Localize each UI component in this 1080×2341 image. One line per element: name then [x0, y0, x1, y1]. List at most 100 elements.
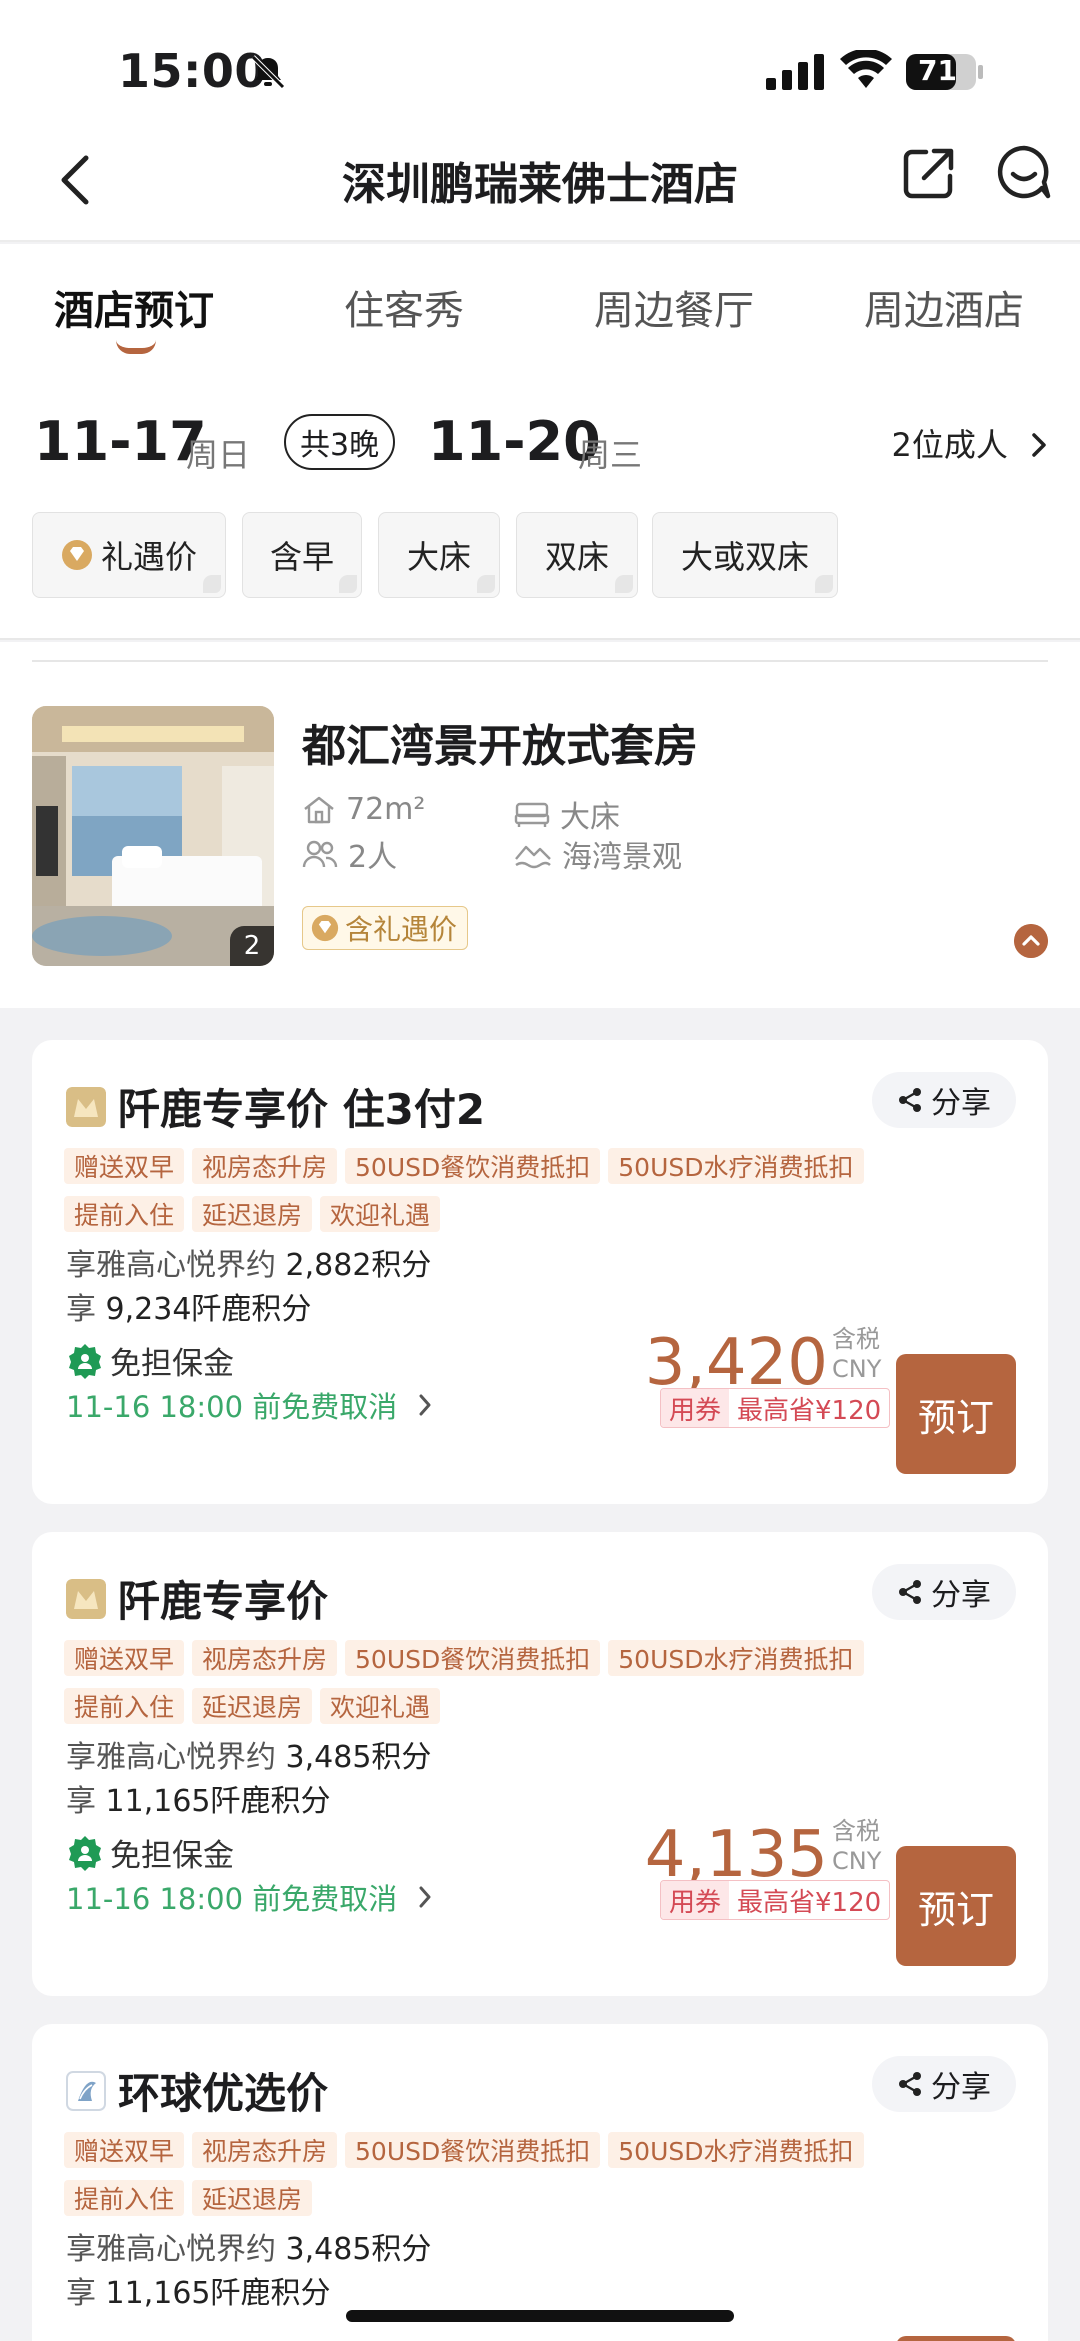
- currency-label: CNY: [832, 1847, 882, 1875]
- book-button[interactable]: 预订: [896, 1846, 1016, 1966]
- bay-view-icon: [515, 845, 551, 869]
- rate-card: 环球优选价 分享 赠送双早 视房态升房 50USD餐饮消费抵扣 50USD水疗消…: [32, 2024, 1048, 2341]
- qianlu-points: 享 11,165阡鹿积分: [66, 2268, 331, 2312]
- price-unit: 含税 CNY: [832, 1324, 881, 1384]
- room-area-value: 72m²: [346, 792, 426, 827]
- checkout-date[interactable]: 11-20: [428, 410, 601, 473]
- perk-tag: 50USD餐饮消费抵扣: [345, 1640, 601, 1676]
- guest-selector[interactable]: 2位成人: [891, 420, 1050, 466]
- points-label: 享雅高心悦界约: [66, 1740, 276, 1775]
- checkin-weekday: 周日: [186, 436, 251, 474]
- customer-service-icon[interactable]: [994, 142, 1054, 202]
- status-bar: 15:00 71: [0, 0, 1080, 130]
- house-icon: [304, 796, 334, 823]
- filter-king-or-twin[interactable]: 大或双床: [652, 512, 838, 598]
- share-button[interactable]: 分享: [872, 1564, 1016, 1620]
- coupon-badge: 用券 最高省¥120: [660, 1388, 891, 1428]
- tab-guest-reviews[interactable]: 住客秀: [344, 278, 464, 336]
- bed-icon: [514, 802, 550, 827]
- perk-tag: 提前入住: [64, 1688, 185, 1724]
- home-indicator[interactable]: [346, 2310, 734, 2322]
- perk-tag: 50USD水疗消费抵扣: [608, 2132, 864, 2168]
- perk-tag: 赠送双早: [64, 1148, 185, 1184]
- share-button[interactable]: 分享: [872, 1072, 1016, 1128]
- tab-hotel-booking[interactable]: 酒店预订: [54, 278, 214, 336]
- filter-label: 大床: [406, 538, 471, 576]
- points-value: 2,882积分: [285, 1248, 432, 1283]
- rate-title: 环球优选价: [66, 2060, 328, 2121]
- perk-list: 赠送双早 视房态升房 50USD餐饮消费抵扣 50USD水疗消费抵扣 提前入住 …: [64, 2132, 944, 2216]
- active-tab-indicator: [116, 340, 156, 354]
- book-button[interactable]: 预订: [896, 1354, 1016, 1474]
- filter-king-bed[interactable]: 大床: [378, 512, 500, 598]
- date-filter-section: 11-17 周日 共3晚 11-20 周三 2位成人 礼遇价 含早 大床 双床 …: [0, 364, 1080, 640]
- perk-tag: 50USD餐饮消费抵扣: [345, 1148, 601, 1184]
- perk-tag: 视房态升房: [192, 1148, 338, 1184]
- qianlu-points: 享 11,165阡鹿积分: [66, 1776, 331, 1820]
- green-badge-icon: [69, 1343, 101, 1379]
- room-view: 海湾景观: [514, 832, 682, 876]
- points-value: 11,165阡鹿积分: [105, 1784, 331, 1819]
- chip-corner: [339, 575, 357, 593]
- room-view-value: 海湾景观: [562, 840, 682, 875]
- cellular-signal-icon: [766, 54, 824, 90]
- filter-label: 大或双床: [680, 538, 809, 576]
- perk-tag: 延迟退房: [192, 1196, 313, 1232]
- battery-icon: 71: [906, 52, 986, 92]
- book-button[interactable]: [896, 2336, 1016, 2341]
- perk-tag: 赠送双早: [64, 1640, 185, 1676]
- global-rate-logo-icon: [66, 2070, 106, 2111]
- room-area: 72m²: [302, 792, 425, 827]
- collapse-chevron-icon[interactable]: [1014, 924, 1048, 958]
- room-bed-value: 大床: [560, 800, 620, 835]
- deposit-label: 免担保金: [110, 1838, 234, 1874]
- share-nodes-icon: [899, 1580, 921, 1604]
- accor-points: 享雅高心悦界约 3,485积分: [66, 2224, 431, 2268]
- rate-card: 阡鹿专享价 分享 赠送双早 视房态升房 50USD餐饮消费抵扣 50USD水疗消…: [32, 1532, 1048, 1996]
- room-occupancy-value: 2人: [348, 840, 398, 875]
- free-cancel-policy[interactable]: 11-16 18:00 前免费取消: [66, 1384, 433, 1426]
- tax-label: 含税: [832, 1325, 880, 1353]
- rate-title-text: 阡鹿专享价: [118, 1577, 329, 1626]
- no-deposit: 免担保金: [66, 1830, 234, 1875]
- battery-level: 71: [918, 54, 957, 87]
- chip-corner: [815, 575, 833, 593]
- points-value: 3,485积分: [285, 2232, 432, 2267]
- tab-nearby-restaurants[interactable]: 周边餐厅: [594, 278, 754, 336]
- coupon-saving: 最高省¥120: [737, 1887, 882, 1918]
- tax-label: 含税: [832, 1817, 880, 1845]
- tab-bar: 酒店预订 住客秀 周边餐厅 周边酒店: [0, 244, 1080, 364]
- room-photo[interactable]: 2: [32, 706, 274, 966]
- filter-gift-price[interactable]: 礼遇价: [32, 512, 226, 598]
- share-button[interactable]: 分享: [872, 2056, 1016, 2112]
- free-cancel-policy[interactable]: 11-16 18:00 前免费取消: [66, 1876, 433, 1918]
- share-label: 分享: [931, 2070, 991, 2105]
- perk-list: 赠送双早 视房态升房 50USD餐饮消费抵扣 50USD水疗消费抵扣 提前入住 …: [64, 1148, 944, 1232]
- chevron-right-icon: [1032, 433, 1046, 457]
- rate-title: 阡鹿专享价 住3付2: [66, 1076, 485, 1137]
- people-icon: [302, 840, 338, 868]
- perk-tag: 视房态升房: [192, 1640, 338, 1676]
- points-value: 11,165阡鹿积分: [105, 2276, 331, 2311]
- cancel-label: 11-16 18:00 前免费取消: [66, 1882, 398, 1916]
- accor-points: 享雅高心悦界约 2,882积分: [66, 1240, 431, 1284]
- share-icon[interactable]: [900, 144, 958, 202]
- accor-points: 享雅高心悦界约 3,485积分: [66, 1732, 431, 1776]
- photo-count: 2: [230, 926, 274, 966]
- gift-price-tag: 含礼遇价: [302, 906, 469, 950]
- room-name: 都汇湾景开放式套房: [302, 721, 698, 772]
- checkin-date[interactable]: 11-17: [34, 410, 207, 473]
- green-badge-icon: [69, 1835, 101, 1871]
- room-summary: 2 都汇湾景开放式套房 72m² 大床 2人 海湾景观 含礼遇价: [0, 642, 1080, 1008]
- tab-nearby-hotels[interactable]: 周边酒店: [864, 278, 1024, 336]
- filter-breakfast[interactable]: 含早: [242, 512, 362, 598]
- perk-tag: 欢迎礼遇: [320, 1196, 441, 1232]
- perk-tag: 延迟退房: [192, 2180, 313, 2216]
- points-label: 享: [66, 1292, 96, 1327]
- perk-tag: 50USD餐饮消费抵扣: [345, 2132, 601, 2168]
- filter-twin-bed[interactable]: 双床: [516, 512, 638, 598]
- guest-count: 2位成人: [891, 426, 1008, 464]
- no-deposit: 免担保金: [66, 1338, 234, 1383]
- divider: [32, 660, 1048, 662]
- share-label: 分享: [931, 1086, 991, 1121]
